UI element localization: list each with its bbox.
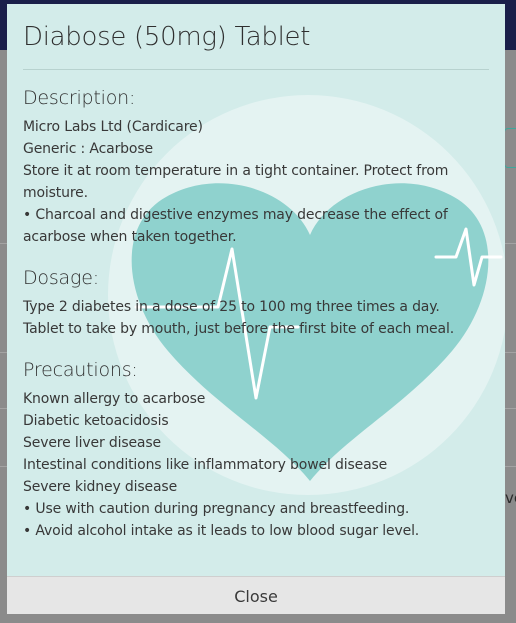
description-line: moisture.	[23, 185, 88, 201]
modal-footer: Close	[7, 576, 505, 614]
precaution-line: Known allergy to acarbose	[23, 391, 206, 407]
close-button[interactable]: Close	[222, 583, 290, 610]
description-line: Micro Labs Ltd (Cardicare)	[23, 119, 203, 135]
background-input-edge	[504, 128, 516, 168]
description-line: Generic : Acarbose	[23, 141, 153, 157]
precaution-line: Intestinal conditions like inflammatory …	[23, 457, 388, 473]
precaution-line: Severe kidney disease	[23, 479, 178, 495]
precaution-line: • Use with caution during pregnancy and …	[23, 501, 410, 517]
precautions-section: Precautions: Known allergy to acarbose D…	[23, 358, 419, 542]
dosage-line: Type 2 diabetes in a dose of 25 to 100 m…	[23, 299, 440, 315]
title-divider	[23, 69, 489, 70]
modal-title: Diabose (50mg) Tablet	[23, 22, 311, 52]
precaution-line: Severe liver disease	[23, 435, 161, 451]
dosage-section: Dosage: Type 2 diabetes in a dose of 25 …	[23, 266, 454, 340]
precaution-line: • Avoid alcohol intake as it leads to lo…	[23, 523, 420, 539]
precaution-line: Diabetic ketoacidosis	[23, 413, 169, 429]
description-line: Store it at room temperature in a tight …	[23, 163, 449, 179]
dosage-heading: Dosage:	[23, 267, 99, 289]
dosage-line: Tablet to take by mouth, just before the…	[23, 321, 454, 337]
background-text-fragment: ve	[505, 489, 516, 507]
description-heading: Description:	[23, 87, 136, 109]
description-section: Description: Micro Labs Ltd (Cardicare) …	[23, 86, 448, 248]
modal-content: Diabose (50mg) Tablet Description: Micro…	[23, 4, 489, 539]
description-line: acarbose when taken together.	[23, 229, 237, 245]
precautions-heading: Precautions:	[23, 359, 138, 381]
description-line: • Charcoal and digestive enzymes may dec…	[23, 207, 448, 223]
medicine-detail-modal: Diabose (50mg) Tablet Description: Micro…	[7, 4, 505, 614]
